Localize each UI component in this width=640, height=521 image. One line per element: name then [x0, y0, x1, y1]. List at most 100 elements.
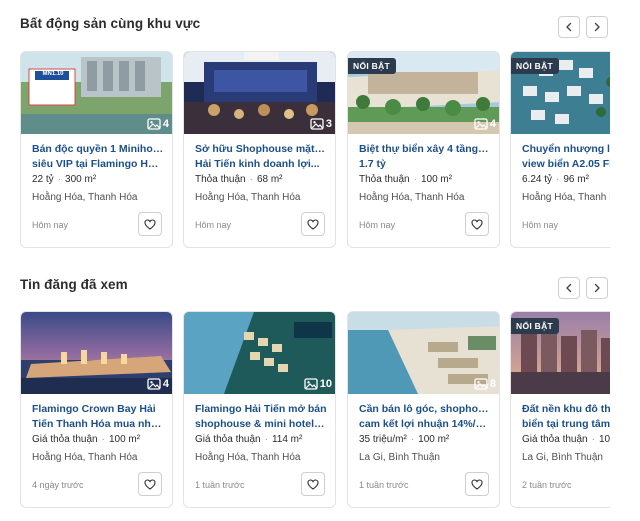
- save-listing-button[interactable]: [465, 212, 489, 236]
- listing-thumbnail[interactable]: 8: [348, 312, 499, 394]
- listing-title[interactable]: Cần bán lô góc, shophouse cam kết lợi nh…: [359, 402, 491, 431]
- listing-title[interactable]: Bán độc quyền 1 Minihotel siêu VIP tại F…: [32, 142, 164, 171]
- listing-card[interactable]: 10 Flamingo Hải Tiến mở bán shophouse & …: [183, 311, 336, 508]
- listing-price: Thỏa thuận: [195, 174, 246, 185]
- separator-dot: ·: [264, 434, 268, 445]
- listing-title-line[interactable]: Hải Tiến kinh doanh lợi...: [195, 157, 327, 172]
- save-listing-button[interactable]: [138, 212, 162, 236]
- carousel-prev-button[interactable]: [558, 277, 580, 299]
- listing-thumbnail[interactable]: 4: [21, 312, 172, 394]
- save-listing-button[interactable]: [301, 472, 325, 496]
- listing-card[interactable]: 3 Sở hữu Shophouse mặt biển Hải Tiến kin…: [183, 51, 336, 248]
- listing-carousel: MN1.10 4 Bán độc quyền 1 Minihotel siêu …: [20, 51, 610, 249]
- photo-count: 3: [310, 118, 332, 130]
- separator-dot: ·: [249, 174, 253, 185]
- chevron-right-icon: [594, 283, 600, 293]
- save-listing-button[interactable]: [465, 472, 489, 496]
- section-header: Bất động sản cùng khu vực: [20, 0, 620, 50]
- heart-icon: [471, 478, 483, 490]
- photo-count: 10: [304, 378, 332, 390]
- chevron-left-icon: [566, 283, 572, 293]
- listing-time: 2 tuần trước: [522, 480, 572, 490]
- listing-thumbnail[interactable]: 3: [184, 52, 335, 134]
- save-listing-button[interactable]: [301, 212, 325, 236]
- listing-title-line[interactable]: Đất nền khu đô thị: [522, 402, 610, 417]
- listing-area: 100 m²: [418, 434, 450, 445]
- listing-title[interactable]: Flamingo Crown Bay Hải Tiến Thanh Hóa mu…: [32, 402, 164, 431]
- save-listing-button[interactable]: [138, 472, 162, 496]
- listing-card[interactable]: NỔI BẬT 4 Biệt thự biển xây 4 tầng giá 1…: [347, 51, 500, 248]
- listing-title[interactable]: Biệt thự biển xây 4 tầng giá 1.7 tỷ: [359, 142, 491, 171]
- listing-price: 22 tỷ: [32, 174, 54, 185]
- listing-title-line[interactable]: Biệt thự biển xây 4 tầng giá: [359, 142, 491, 157]
- carousel-next-button[interactable]: [586, 277, 608, 299]
- listing-title[interactable]: Flamingo Hải Tiến mở bán shophouse & min…: [195, 402, 327, 431]
- heart-icon: [144, 478, 156, 490]
- photo-count: 4: [474, 118, 496, 130]
- carousel-prev-button[interactable]: [558, 16, 580, 38]
- photo-count-value: 4: [162, 378, 169, 390]
- listing-area: 100 m²: [420, 174, 453, 185]
- listing-thumbnail[interactable]: MN1.10 4: [21, 52, 172, 134]
- listing-title-line[interactable]: biển tại trung tâm L: [522, 417, 610, 432]
- separator-dot: ·: [591, 434, 595, 445]
- listing-location: Hoằng Hóa, Thanh Hóa: [195, 452, 301, 463]
- listing-price: Giá thỏa thuận: [522, 434, 588, 445]
- image-icon: [474, 118, 488, 130]
- photo-count: 4: [147, 118, 169, 130]
- photo-count-value: 3: [325, 118, 332, 130]
- heart-icon: [144, 218, 156, 230]
- listing-title[interactable]: Đất nền khu đô thị biển tại trung tâm L: [522, 402, 610, 431]
- listing-title[interactable]: Chuyển nhượng lô x view biển A2.05 Fla: [522, 142, 610, 171]
- image-icon: [304, 378, 318, 390]
- listing-price: 35 triệu/m²: [359, 434, 407, 445]
- listing-meta: Giá thỏa thuận·100 m²: [522, 434, 610, 445]
- listing-title-line[interactable]: siêu VIP tại Flamingo Hải...: [32, 157, 164, 172]
- listing-title-line[interactable]: Flamingo Hải Tiến mở bán: [195, 402, 327, 417]
- separator-dot: ·: [556, 174, 560, 185]
- photo-count-value: 10: [319, 378, 332, 390]
- listing-location: Hoằng Hóa, Thanh Hóa: [359, 192, 465, 203]
- listing-area: 300 m²: [65, 174, 97, 185]
- listing-card[interactable]: NỔI BẬT Đất nền khu đô thị biển tại trun…: [510, 311, 610, 508]
- listing-card[interactable]: NỔI BẬT Chuyển nhượng lô x view biển A2.…: [510, 51, 610, 248]
- listing-title-line[interactable]: view biển A2.05 Fla: [522, 157, 610, 172]
- listing-title-line[interactable]: Sở hữu Shophouse mặt biển: [195, 142, 327, 157]
- image-icon: [310, 118, 324, 130]
- listing-location: La Gi, Bình Thuận: [522, 452, 603, 463]
- featured-badge: NỔI BẬT: [511, 318, 560, 334]
- separator-dot: ·: [413, 174, 417, 185]
- listing-card[interactable]: 8 Cần bán lô góc, shophouse cam kết lợi …: [347, 311, 500, 508]
- listing-meta: 6.24 tỷ · 96 m²: [522, 174, 589, 185]
- listing-time: 1 tuần trước: [359, 480, 409, 490]
- sign-label: MN1.10: [42, 71, 64, 77]
- listing-time: 4 ngày trước: [32, 480, 84, 490]
- listing-title-line[interactable]: cam kết lợi nhuận 14%/nă...: [359, 417, 491, 432]
- listing-thumbnail[interactable]: NỔI BẬT: [511, 52, 610, 134]
- image-icon: [147, 378, 161, 390]
- listing-title-line[interactable]: shophouse & mini hotel m...: [195, 417, 327, 432]
- listing-meta: Giá thỏa thuận · 114 m²: [195, 434, 302, 445]
- listing-title-line[interactable]: Flamingo Crown Bay Hải: [32, 402, 164, 417]
- listing-card[interactable]: MN1.10 4 Bán độc quyền 1 Minihotel siêu …: [20, 51, 173, 248]
- listing-thumbnail[interactable]: NỔI BẬT: [511, 312, 610, 394]
- section-header: Tin đăng đã xem: [20, 263, 620, 313]
- section-title: Tin đăng đã xem: [20, 277, 128, 292]
- listing-price: Thỏa thuận: [359, 174, 410, 185]
- listing-thumbnail[interactable]: 10: [184, 312, 335, 394]
- heart-icon: [307, 478, 319, 490]
- listing-title-line[interactable]: 1.7 tỷ: [359, 157, 491, 172]
- carousel-next-button[interactable]: [586, 16, 608, 38]
- listing-title-line[interactable]: Cần bán lô góc, shophouse: [359, 402, 491, 417]
- listing-thumbnail[interactable]: NỔI BẬT 4: [348, 52, 499, 134]
- listing-title-line[interactable]: Bán độc quyền 1 Minihotel: [32, 142, 164, 157]
- listing-meta: 35 triệu/m² · 100 m²: [359, 434, 449, 445]
- listing-title[interactable]: Sở hữu Shophouse mặt biển Hải Tiến kinh …: [195, 142, 327, 171]
- listing-location: Hoằng Hóa, Thanh Hóa: [32, 452, 138, 463]
- listing-location: La Gi, Bình Thuận: [359, 452, 440, 463]
- listing-title-line[interactable]: Tiến Thanh Hóa mua nhan...: [32, 417, 164, 432]
- featured-badge: NỔI BẬT: [511, 58, 560, 74]
- listing-area: 100 m²: [598, 434, 610, 445]
- listing-title-line[interactable]: Chuyển nhượng lô x: [522, 142, 610, 157]
- listing-card[interactable]: 4 Flamingo Crown Bay Hải Tiến Thanh Hóa …: [20, 311, 173, 508]
